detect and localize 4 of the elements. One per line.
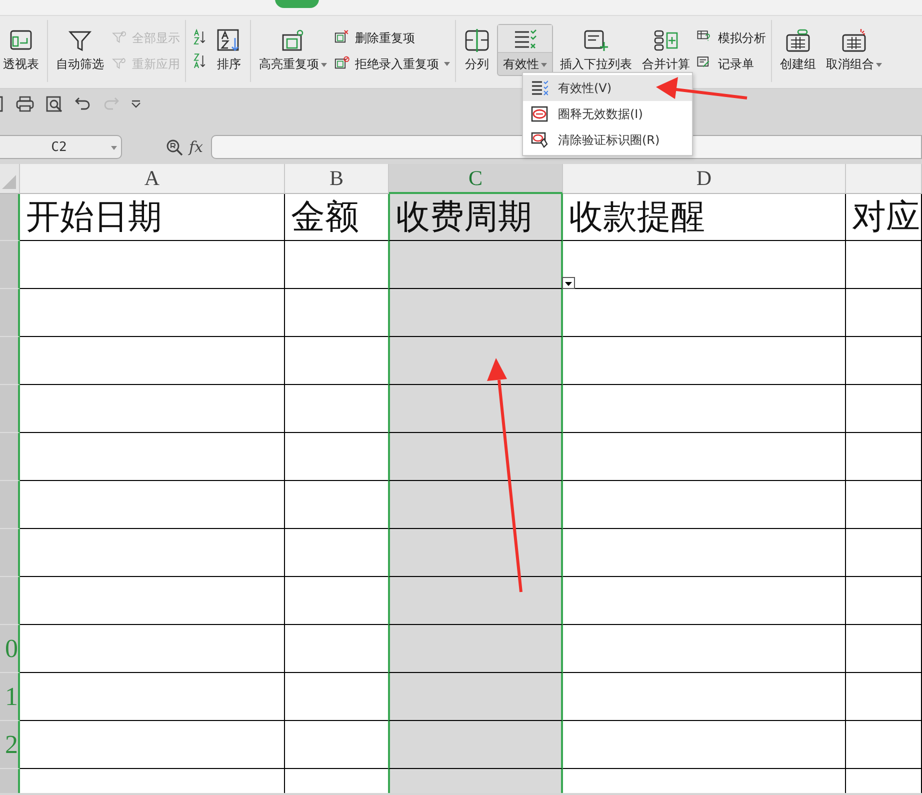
table-cell: 收款提醒 bbox=[563, 194, 846, 241]
table-cell: 对应 bbox=[846, 194, 922, 241]
table-cell: 开始日期 bbox=[20, 194, 285, 241]
table-cell: 收费周期 bbox=[388, 194, 563, 241]
